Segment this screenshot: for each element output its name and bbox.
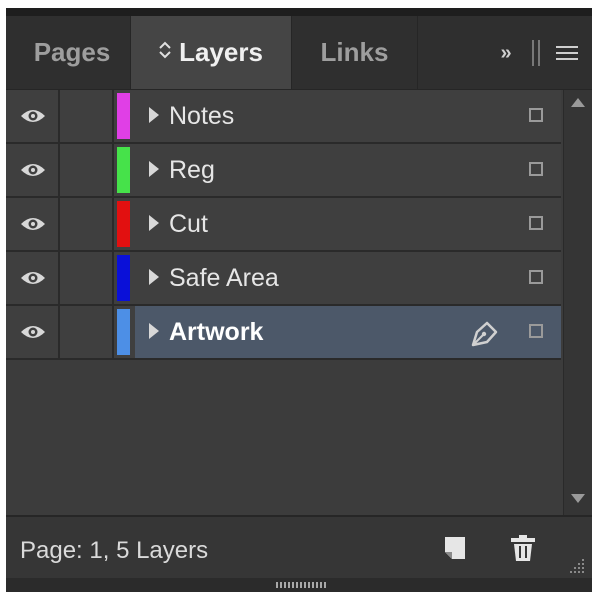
scroll-up-arrow-icon[interactable] (571, 98, 585, 107)
tab-layers-label: Layers (179, 37, 263, 67)
eye-icon (21, 326, 45, 338)
new-layer-icon[interactable] (442, 534, 468, 562)
eye-icon (21, 272, 45, 284)
eye-icon (21, 164, 45, 176)
tab-overflow-button[interactable]: » (492, 40, 520, 66)
visibility-toggle[interactable] (8, 198, 60, 250)
lock-toggle[interactable] (60, 306, 114, 358)
panel-footer: Page: 1, 5 Layers (6, 515, 592, 580)
layer-row-safe-area[interactable]: Safe Area (6, 252, 561, 306)
layer-row-cut[interactable]: Cut (6, 198, 561, 252)
pen-icon (471, 321, 498, 347)
lock-toggle[interactable] (60, 144, 114, 196)
expand-triangle-icon[interactable] (149, 161, 159, 177)
scroll-down-arrow-icon[interactable] (571, 494, 585, 503)
layer-name-cell[interactable]: Cut (135, 198, 561, 250)
visibility-toggle[interactable] (8, 144, 60, 196)
layer-name-cell[interactable]: Artwork (135, 306, 561, 358)
layer-name-cell[interactable]: Notes (135, 90, 561, 142)
panel-menu-icon[interactable] (556, 46, 578, 60)
layer-color-swatch (117, 93, 130, 139)
visibility-toggle[interactable] (8, 306, 60, 358)
panel-title-strip[interactable] (6, 8, 592, 16)
panel-bottom-strip (6, 578, 592, 592)
lock-toggle[interactable] (60, 252, 114, 304)
resize-grip-icon[interactable] (566, 555, 586, 575)
resize-handle[interactable] (276, 582, 326, 588)
layer-color-swatch (117, 201, 130, 247)
tab-layers[interactable]: Layers (130, 16, 292, 89)
layer-name: Reg (169, 156, 215, 184)
panel-grip[interactable] (532, 40, 540, 66)
layer-select-box[interactable] (529, 270, 543, 284)
layer-select-box[interactable] (529, 324, 543, 338)
eye-icon (21, 110, 45, 122)
trash-icon[interactable] (508, 533, 538, 563)
expand-triangle-icon[interactable] (149, 107, 159, 123)
layer-row-reg[interactable]: Reg (6, 144, 561, 198)
status-text: Page: 1, 5 Layers (20, 537, 209, 564)
layer-select-box[interactable] (529, 216, 543, 230)
layer-row-notes[interactable]: Notes (6, 90, 561, 144)
tab-pages-label: Pages (33, 37, 111, 67)
lock-toggle[interactable] (60, 198, 114, 250)
layer-select-box[interactable] (529, 108, 543, 122)
visibility-toggle[interactable] (8, 90, 60, 142)
layer-name: Cut (169, 210, 208, 238)
layer-list: Notes Reg Cut Safe Area Artwork (6, 90, 561, 360)
layer-name: Artwork (169, 318, 264, 346)
lock-toggle[interactable] (60, 90, 114, 142)
expand-triangle-icon[interactable] (149, 215, 159, 231)
tab-bar: Pages Layers Links » (6, 16, 592, 90)
tab-links[interactable]: Links (292, 16, 418, 89)
tab-links-label: Links (320, 37, 389, 67)
layer-name-cell[interactable]: Reg (135, 144, 561, 196)
eye-icon (21, 218, 45, 230)
layer-select-box[interactable] (529, 162, 543, 176)
layer-name: Notes (169, 102, 235, 130)
layer-color-swatch (117, 255, 130, 301)
expand-triangle-icon[interactable] (149, 323, 159, 339)
scrollbar[interactable] (563, 90, 592, 515)
layer-name: Safe Area (169, 264, 279, 292)
visibility-toggle[interactable] (8, 252, 60, 304)
layer-row-artwork[interactable]: Artwork (6, 306, 561, 360)
expand-triangle-icon[interactable] (149, 269, 159, 285)
tab-pages[interactable]: Pages (14, 16, 130, 89)
layer-name-cell[interactable]: Safe Area (135, 252, 561, 304)
collapse-toggle-icon[interactable] (159, 41, 171, 64)
layer-color-swatch (117, 147, 130, 193)
layer-color-swatch (117, 309, 130, 355)
layers-panel: Pages Layers Links » Notes Reg Cut Safe … (6, 8, 592, 592)
